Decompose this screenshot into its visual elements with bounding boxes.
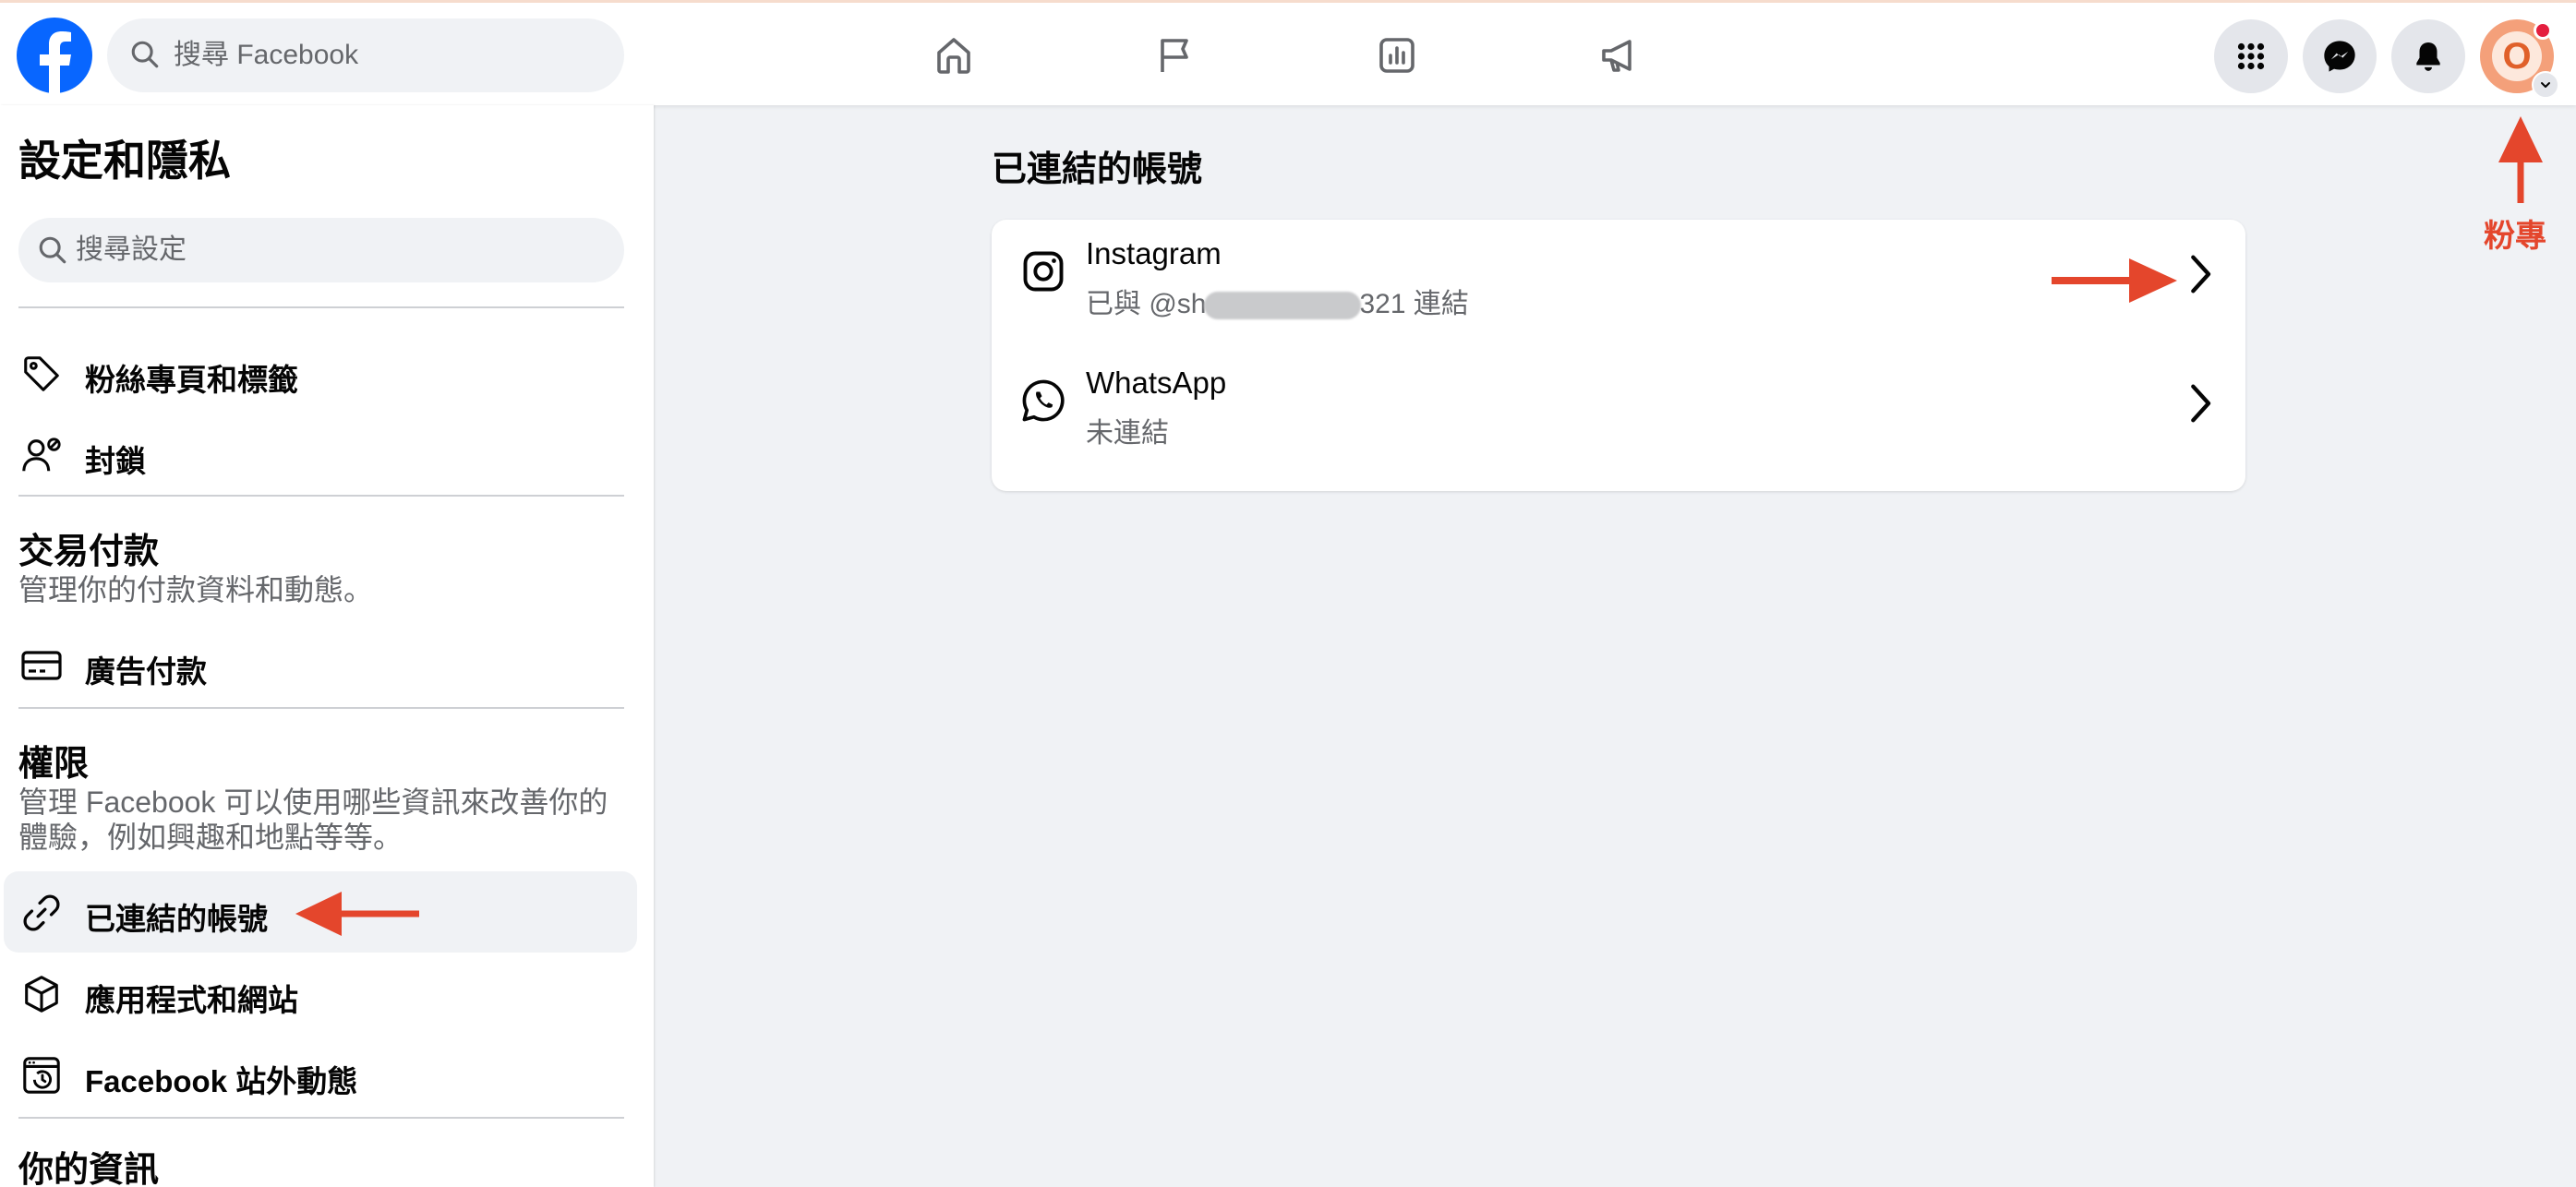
- linked-account-row-whatsapp[interactable]: WhatsApp 未連結: [992, 349, 2245, 478]
- link-icon: [18, 890, 65, 936]
- notification-dot: [2534, 21, 2552, 40]
- facebook-logo-icon[interactable]: [17, 18, 92, 93]
- sidebar-title: 設定和隱私: [18, 137, 231, 185]
- annotation-label: 粉專: [2484, 219, 2546, 254]
- megaphone-icon[interactable]: [1588, 25, 1649, 86]
- search-icon: [131, 41, 159, 68]
- settings-search-input[interactable]: [76, 218, 611, 282]
- section-desc-permissions: 管理 Facebook 可以使用哪些資訊來改善你的體驗，例如興趣和地點等等。: [18, 785, 608, 854]
- divider: [18, 495, 624, 497]
- section-desc-payments: 管理你的付款資料和動態。: [18, 573, 374, 606]
- annotation-arrow-left-icon: [295, 892, 419, 936]
- section-title-permissions: 權限: [18, 745, 90, 784]
- sidebar-item-label: 應用程式和網站: [85, 983, 298, 1017]
- bell-icon[interactable]: [2391, 19, 2465, 93]
- block-user-icon: [18, 432, 65, 478]
- sidebar-item-label: 粉絲專頁和標籤: [85, 363, 298, 397]
- chevron-down-icon[interactable]: [2532, 71, 2559, 99]
- credit-card-icon: [18, 642, 65, 689]
- sidebar-item-ad-payments[interactable]: 廣告付款: [4, 624, 637, 705]
- account-status-prefix: 已與 @sh: [1086, 289, 1207, 319]
- annotation-arrow-up-icon: [2498, 116, 2543, 203]
- insights-icon[interactable]: [1366, 25, 1427, 86]
- messenger-icon[interactable]: [2303, 19, 2377, 93]
- search-icon: [39, 236, 66, 264]
- cube-icon: [18, 971, 65, 1017]
- profile-avatar[interactable]: O: [2480, 19, 2559, 99]
- flag-icon[interactable]: [1145, 25, 1206, 86]
- sidebar-item-label: Facebook 站外動態: [85, 1064, 358, 1098]
- divider: [18, 306, 624, 308]
- sidebar-item-label: 廣告付款: [85, 654, 207, 689]
- divider: [18, 707, 624, 709]
- redacted-username: [1204, 292, 1362, 320]
- avatar-letter: O: [2492, 31, 2542, 81]
- section-title-payments: 交易付款: [18, 533, 160, 571]
- settings-sidebar: 設定和隱私 粉絲專頁和標籤 封鎖 交易付款 管理你的付款資料和動態。 廣告付款 …: [0, 105, 654, 1187]
- divider: [18, 1117, 624, 1119]
- account-status-suffix: 321 連結: [1359, 289, 1469, 319]
- account-name: Instagram: [1086, 236, 1222, 270]
- facebook-search-box[interactable]: [107, 18, 624, 92]
- instagram-icon: [1019, 247, 1067, 295]
- sidebar-item-apps-and-websites[interactable]: 應用程式和網站: [4, 953, 637, 1034]
- home-icon[interactable]: [923, 25, 984, 86]
- sidebar-item-off-facebook-activity[interactable]: Facebook 站外動態: [4, 1034, 637, 1115]
- whatsapp-icon: [1019, 377, 1067, 425]
- sidebar-item-label: 封鎖: [85, 444, 146, 478]
- chevron-right-icon[interactable]: [2181, 251, 2218, 297]
- section-title-your-info: 你的資訊: [18, 1151, 160, 1187]
- settings-search-box[interactable]: [18, 218, 624, 282]
- tag-icon: [18, 351, 65, 397]
- account-name: WhatsApp: [1086, 366, 1227, 400]
- account-status: 已與 @sh 321 連結: [1086, 281, 1469, 321]
- page-title: 已連結的帳號: [992, 150, 1203, 189]
- chevron-right-icon[interactable]: [2181, 380, 2218, 426]
- sidebar-item-blocking[interactable]: 封鎖: [4, 414, 637, 495]
- sidebar-item-pages-and-tags[interactable]: 粉絲專頁和標籤: [4, 332, 637, 414]
- history-icon: [18, 1052, 65, 1098]
- facebook-search-input[interactable]: [174, 18, 608, 92]
- account-status: 未連結: [1086, 418, 1169, 449]
- top-navigation-bar: O: [0, 0, 2576, 105]
- annotation-arrow-right-icon: [2052, 258, 2177, 303]
- apps-grid-icon[interactable]: [2214, 19, 2288, 93]
- sidebar-item-label: 已連結的帳號: [85, 902, 268, 936]
